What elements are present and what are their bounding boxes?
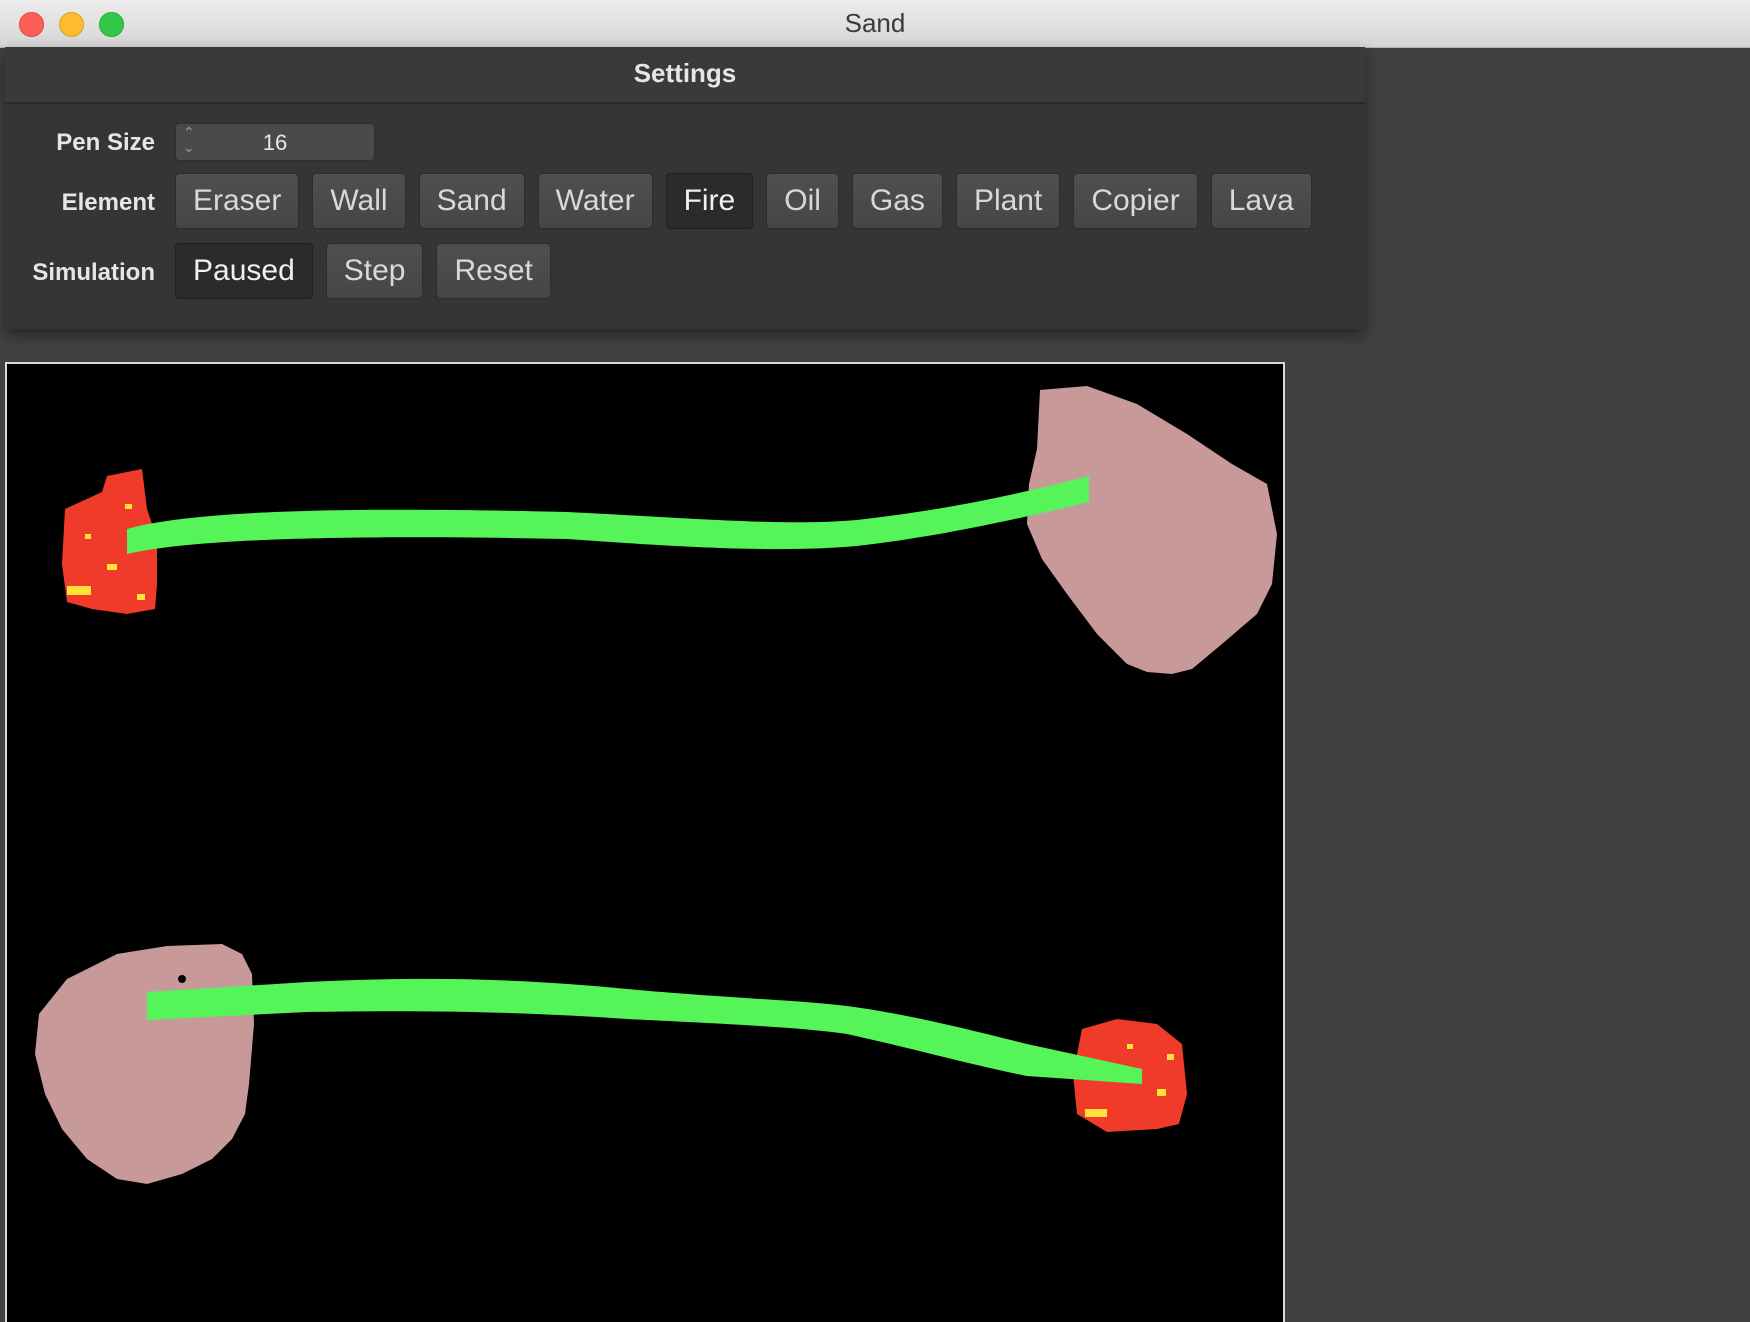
plant-strand-bottom — [147, 978, 1142, 1084]
wall-hole — [178, 975, 186, 983]
element-water-button[interactable]: Water — [537, 173, 653, 229]
settings-panel: Settings Pen Size ⌃ ⌄ 16 Element Eraser W… — [5, 47, 1365, 329]
plant-strand-top — [127, 476, 1089, 554]
simulation-drawing — [35, 386, 1277, 1184]
app-window: Sand Settings Pen Size ⌃ ⌄ 16 Element Era… — [0, 0, 1750, 1322]
element-gas-button[interactable]: Gas — [851, 173, 943, 229]
simulation-step-button[interactable]: Step — [325, 243, 424, 299]
wall-blob-bottom-left — [35, 944, 254, 1184]
element-label: Element — [61, 189, 155, 216]
pen-size-label: Pen Size — [56, 129, 155, 156]
element-eraser-button[interactable]: Eraser — [175, 173, 300, 229]
settings-header[interactable]: Settings — [5, 47, 1365, 104]
element-fire-button[interactable]: Fire — [665, 173, 754, 229]
element-oil-button[interactable]: Oil — [766, 173, 839, 229]
simulation-reset-button[interactable]: Reset — [436, 243, 551, 299]
simulation-canvas[interactable] — [5, 362, 1285, 1322]
pen-size-spinner[interactable]: ⌃ ⌄ 16 — [175, 123, 375, 161]
window-title: Sand — [844, 8, 906, 38]
simulation-paused-button[interactable]: Paused — [175, 243, 313, 299]
title-bar[interactable]: Sand — [0, 0, 1750, 48]
element-button-group: Eraser Wall Sand Water Fire Oil Gas Plan… — [175, 173, 1312, 229]
element-wall-button[interactable]: Wall — [312, 173, 406, 229]
simulation-button-group: Paused Step Reset — [175, 243, 551, 299]
simulation-label: Simulation — [32, 259, 155, 286]
element-sand-button[interactable]: Sand — [418, 173, 525, 229]
element-lava-button[interactable]: Lava — [1210, 173, 1312, 229]
settings-title: Settings — [633, 58, 737, 88]
wall-blob-top-right — [1027, 386, 1277, 674]
element-copier-button[interactable]: Copier — [1073, 173, 1198, 229]
pen-size-value[interactable]: 16 — [176, 130, 374, 156]
element-plant-button[interactable]: Plant — [955, 173, 1061, 229]
